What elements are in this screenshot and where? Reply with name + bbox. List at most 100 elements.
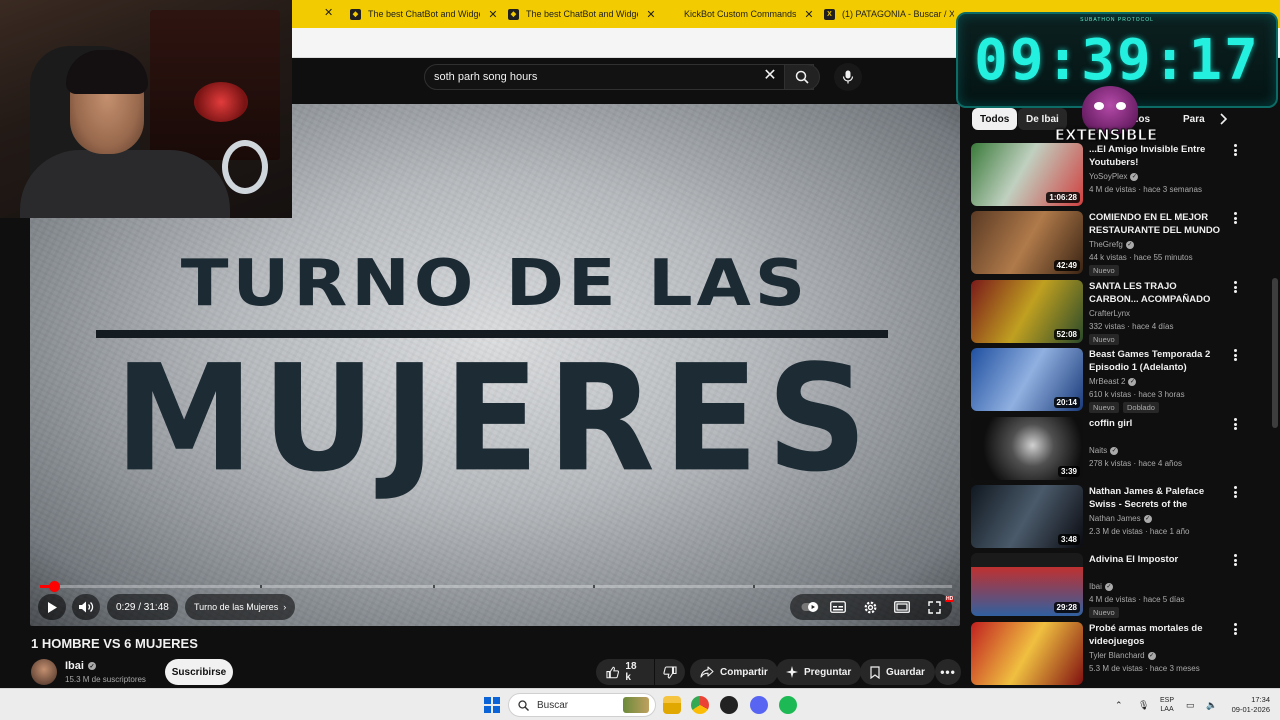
- recommendation-channel[interactable]: Nathan James ✓: [1089, 514, 1152, 523]
- time-display: 0:29 / 31:48: [107, 594, 178, 620]
- more-options-icon[interactable]: [1230, 211, 1240, 225]
- spotify-icon[interactable]: [779, 696, 797, 714]
- chips-next-button[interactable]: [1215, 111, 1231, 127]
- scrollbar-thumb[interactable]: [1272, 278, 1278, 428]
- recommendation-item[interactable]: 3:39 coffin girl Naits ✓ 278 k vistas · hace…: [970, 417, 1252, 481]
- autoplay-toggle[interactable]: [800, 597, 820, 617]
- recommendation-item[interactable]: 3:48 Nathan James & Paleface Swiss - Secr…: [970, 485, 1252, 549]
- sidebar-scrollbar[interactable]: [1272, 108, 1278, 688]
- language-indicator[interactable]: ESP LAA: [1160, 689, 1174, 720]
- microphone-tray-icon[interactable]: 🎙: [1138, 689, 1149, 720]
- video-thumbnail[interactable]: 20:14: [971, 348, 1083, 411]
- channel-name-row[interactable]: Ibai ✓: [65, 660, 96, 672]
- play-button[interactable]: [38, 594, 66, 620]
- fullscreen-button[interactable]: [924, 597, 944, 617]
- more-options-icon[interactable]: [1230, 485, 1240, 499]
- channel-name[interactable]: Ibai: [65, 660, 84, 672]
- video-thumbnail[interactable]: 3:39: [971, 417, 1083, 480]
- recommendation-item[interactable]: 1:06:28 ...El Amigo Invisible Entre Youtu…: [970, 143, 1252, 207]
- more-actions-button[interactable]: •••: [935, 659, 961, 685]
- windows-start-icon[interactable]: [484, 697, 500, 713]
- more-options-icon[interactable]: [1230, 280, 1240, 294]
- recommendation-title[interactable]: SANTA LES TRAJO CARBON... ACOMPAÑADO CON…: [1089, 280, 1227, 306]
- subtitles-icon: [830, 601, 846, 613]
- clear-search-icon[interactable]: ✕: [762, 68, 778, 84]
- recommendation-item[interactable]: Probé armas mortales de videojuegos Tyler…: [970, 622, 1252, 686]
- recommendation-channel[interactable]: TheGrefg ✓: [1089, 240, 1134, 249]
- browser-tab[interactable]: ◆ The best ChatBot and Widgets ✕: [350, 0, 499, 28]
- chapter-button[interactable]: Turno de las Mujeres ›: [185, 594, 296, 620]
- subscribe-button[interactable]: Suscribirse: [165, 659, 233, 685]
- progress-bar[interactable]: [40, 581, 952, 592]
- bookmark-icon: [870, 665, 880, 679]
- clock[interactable]: 17:34 09-01-2026: [1226, 689, 1270, 720]
- search-input[interactable]: soth parh song hours: [424, 64, 814, 90]
- more-options-icon[interactable]: [1230, 553, 1240, 567]
- recommendation-title[interactable]: Adivina El Impostor: [1089, 553, 1227, 566]
- volume-button[interactable]: [72, 594, 100, 620]
- settings-button[interactable]: HD: [860, 596, 955, 617]
- recommendation-channel[interactable]: YoSoyPlex ✓: [1089, 172, 1139, 181]
- autoplay-icon: [801, 602, 819, 612]
- more-options-icon[interactable]: [1230, 143, 1240, 157]
- recommendation-channel[interactable]: Naits ✓: [1089, 446, 1119, 455]
- browser-tab[interactable]: ◆ The best ChatBot and Widgets ✕: [508, 0, 657, 28]
- more-options-icon[interactable]: [1230, 417, 1240, 431]
- speaker-icon[interactable]: 🔈: [1206, 689, 1217, 720]
- like-button[interactable]: 18 k: [596, 659, 654, 685]
- more-options-icon[interactable]: [1230, 622, 1240, 636]
- chrome-icon[interactable]: [691, 696, 709, 714]
- app-icon[interactable]: [720, 696, 738, 714]
- video-thumbnail[interactable]: [971, 622, 1083, 685]
- recommendation-item[interactable]: 20:14 Beast Games Temporada 2 Episodio 1 …: [970, 348, 1252, 413]
- recommendation-channel[interactable]: Ibai ✓: [1089, 582, 1113, 591]
- chip-para[interactable]: Para: [1175, 108, 1213, 130]
- scrubber-handle[interactable]: [49, 581, 60, 592]
- channel-avatar[interactable]: [31, 659, 57, 685]
- discord-icon[interactable]: [750, 696, 768, 714]
- dislike-button[interactable]: [655, 659, 685, 685]
- browser-tab[interactable]: KickBot Custom Commands ✕: [666, 0, 815, 28]
- search-button[interactable]: [784, 64, 820, 90]
- file-explorer-icon[interactable]: [663, 696, 681, 714]
- recommendation-channel[interactable]: MrBeast 2 ✓: [1089, 377, 1137, 386]
- save-button[interactable]: Guardar: [860, 659, 935, 685]
- recommendation-item[interactable]: 29:28 Adivina El Impostor Ibai ✓ 4 M de vist…: [970, 553, 1252, 618]
- video-thumbnail[interactable]: 1:06:28: [971, 143, 1083, 206]
- subtitles-button[interactable]: [828, 597, 848, 617]
- recommendation-title[interactable]: coffin girl: [1089, 417, 1227, 430]
- recommendation-channel[interactable]: CrafterLynx: [1089, 309, 1130, 318]
- video-thumbnail[interactable]: 3:48: [971, 485, 1083, 548]
- tray-overflow-icon[interactable]: ⌃: [1115, 689, 1123, 720]
- recommendation-meta: 4 M de vistas · hace 3 semanas: [1089, 185, 1202, 194]
- tab-close-icon[interactable]: ✕: [645, 8, 657, 21]
- ask-button[interactable]: Preguntar: [776, 659, 862, 685]
- chip-todos[interactable]: Todos: [972, 108, 1018, 130]
- voice-search-button[interactable]: [834, 63, 862, 91]
- recommendation-title[interactable]: Beast Games Temporada 2 Episodio 1 (Adel…: [1089, 348, 1227, 374]
- tab-close-icon[interactable]: ✕: [324, 6, 333, 19]
- save-label: Guardar: [886, 666, 925, 678]
- recommendation-item[interactable]: 52:08 SANTA LES TRAJO CARBON... ACOMPAÑAD…: [970, 280, 1252, 345]
- theater-mode-button[interactable]: [892, 597, 912, 617]
- taskbar-search[interactable]: Buscar: [508, 693, 656, 717]
- duration-badge: 3:48: [1057, 534, 1080, 545]
- recommendation-item[interactable]: 42:49 COMIENDO EN EL MEJOR RESTAURANTE DE…: [970, 211, 1252, 276]
- microphone-icon: [842, 70, 854, 84]
- recommendation-channel[interactable]: Tyler Blanchard ✓: [1089, 651, 1156, 660]
- recommendation-meta: 278 k vistas · hace 4 años: [1089, 459, 1182, 468]
- tab-close-icon[interactable]: ✕: [487, 8, 499, 21]
- recommendation-title[interactable]: Nathan James & Paleface Swiss - Secrets …: [1089, 485, 1227, 511]
- recommendation-title[interactable]: COMIENDO EN EL MEJOR RESTAURANTE DEL MUN…: [1089, 211, 1227, 237]
- video-thumbnail[interactable]: 29:28: [971, 553, 1083, 616]
- recommendation-meta: 44 k vistas · hace 55 minutos: [1089, 253, 1193, 262]
- browser-tab[interactable]: X (1) PATAGONIA - Buscar / X: [824, 0, 954, 28]
- share-button[interactable]: Compartir: [690, 659, 778, 685]
- recommendation-title[interactable]: Probé armas mortales de videojuegos: [1089, 622, 1227, 648]
- duration-badge: 52:08: [1053, 329, 1080, 340]
- video-thumbnail[interactable]: 42:49: [971, 211, 1083, 274]
- tab-close-icon[interactable]: ✕: [803, 8, 815, 21]
- network-icon[interactable]: ▭: [1186, 689, 1195, 720]
- more-options-icon[interactable]: [1230, 348, 1240, 362]
- video-thumbnail[interactable]: 52:08: [971, 280, 1083, 343]
